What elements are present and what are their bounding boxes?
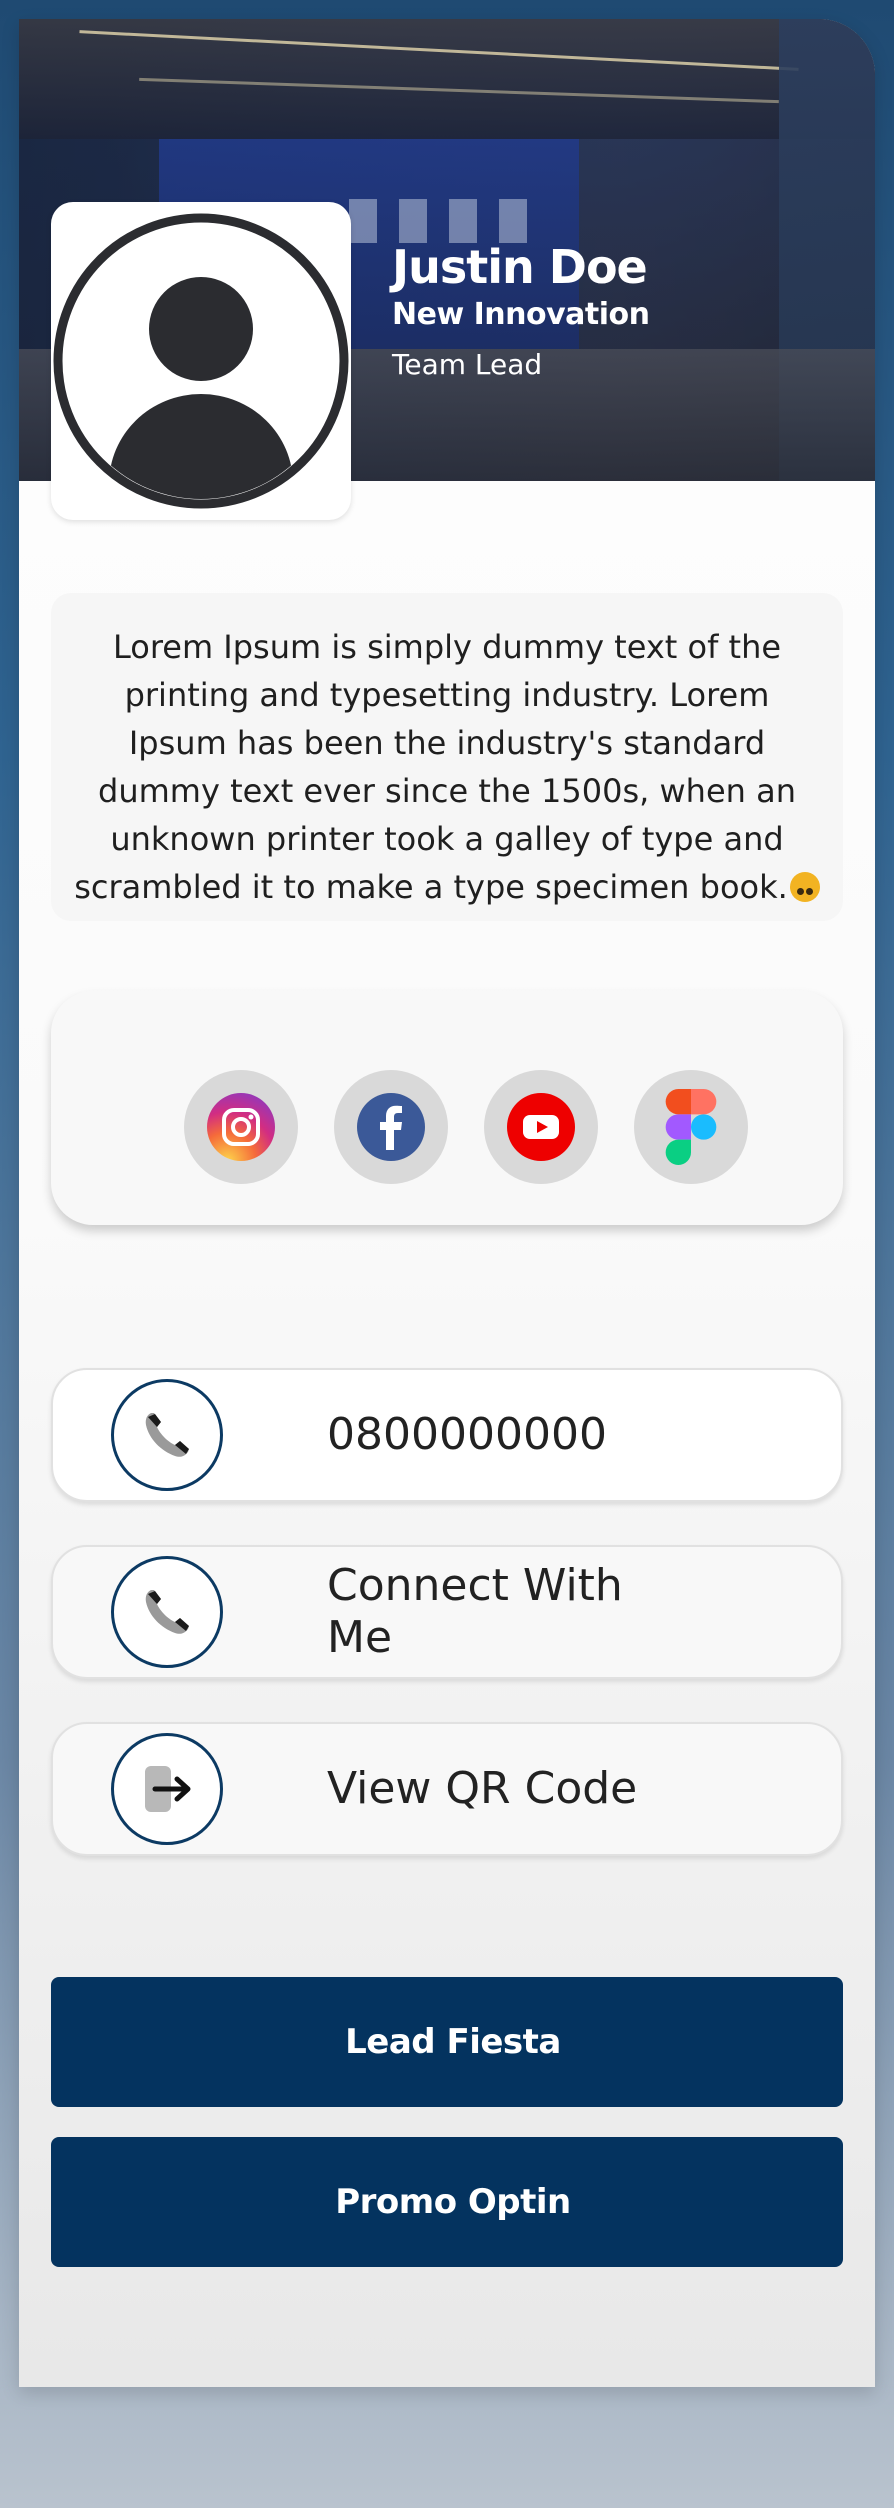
lead-fiesta-button[interactable]: Lead Fiesta (51, 1977, 843, 2107)
figma-button[interactable] (634, 1070, 748, 1184)
phone-icon (145, 1590, 189, 1634)
view-qr-label: View QR Code (327, 1763, 638, 1814)
figma-icon (665, 1089, 717, 1165)
exit-arrow-icon (145, 1766, 191, 1812)
profile-info: Justin Doe New Innovation Team Lead (392, 239, 650, 385)
qr-icon-circle (111, 1733, 223, 1845)
youtube-button[interactable] (484, 1070, 598, 1184)
profile-role: Team Lead (392, 348, 543, 381)
profile-card: Justin Doe New Innovation Team Lead Lore… (19, 19, 875, 2387)
user-avatar-icon (53, 213, 349, 509)
promo-optin-button[interactable]: Promo Optin (51, 2137, 843, 2267)
bio-box: Lorem Ipsum is simply dummy text of the … (51, 593, 843, 921)
phone-icon-circle (111, 1379, 223, 1491)
facebook-button[interactable] (334, 1070, 448, 1184)
phone-number: 0800000000 (327, 1409, 607, 1460)
instagram-icon (207, 1093, 275, 1161)
phone-icon (145, 1413, 189, 1457)
connect-label: Connect With Me (327, 1560, 623, 1663)
profile-company: New Innovation (392, 297, 650, 332)
view-qr-row[interactable]: View QR Code (51, 1722, 843, 1856)
social-links (51, 991, 843, 1225)
connect-icon-circle (111, 1556, 223, 1668)
phone-row[interactable]: 0800000000 (51, 1368, 843, 1502)
facebook-icon (357, 1093, 425, 1161)
youtube-icon (507, 1093, 575, 1161)
connect-row[interactable]: Connect With Me (51, 1545, 843, 1679)
bio-text: Lorem Ipsum is simply dummy text of the … (74, 628, 796, 906)
profile-name: Justin Doe (392, 240, 648, 294)
avatar (51, 202, 351, 520)
instagram-button[interactable] (184, 1070, 298, 1184)
upside-down-face-emoji-icon (789, 872, 820, 902)
